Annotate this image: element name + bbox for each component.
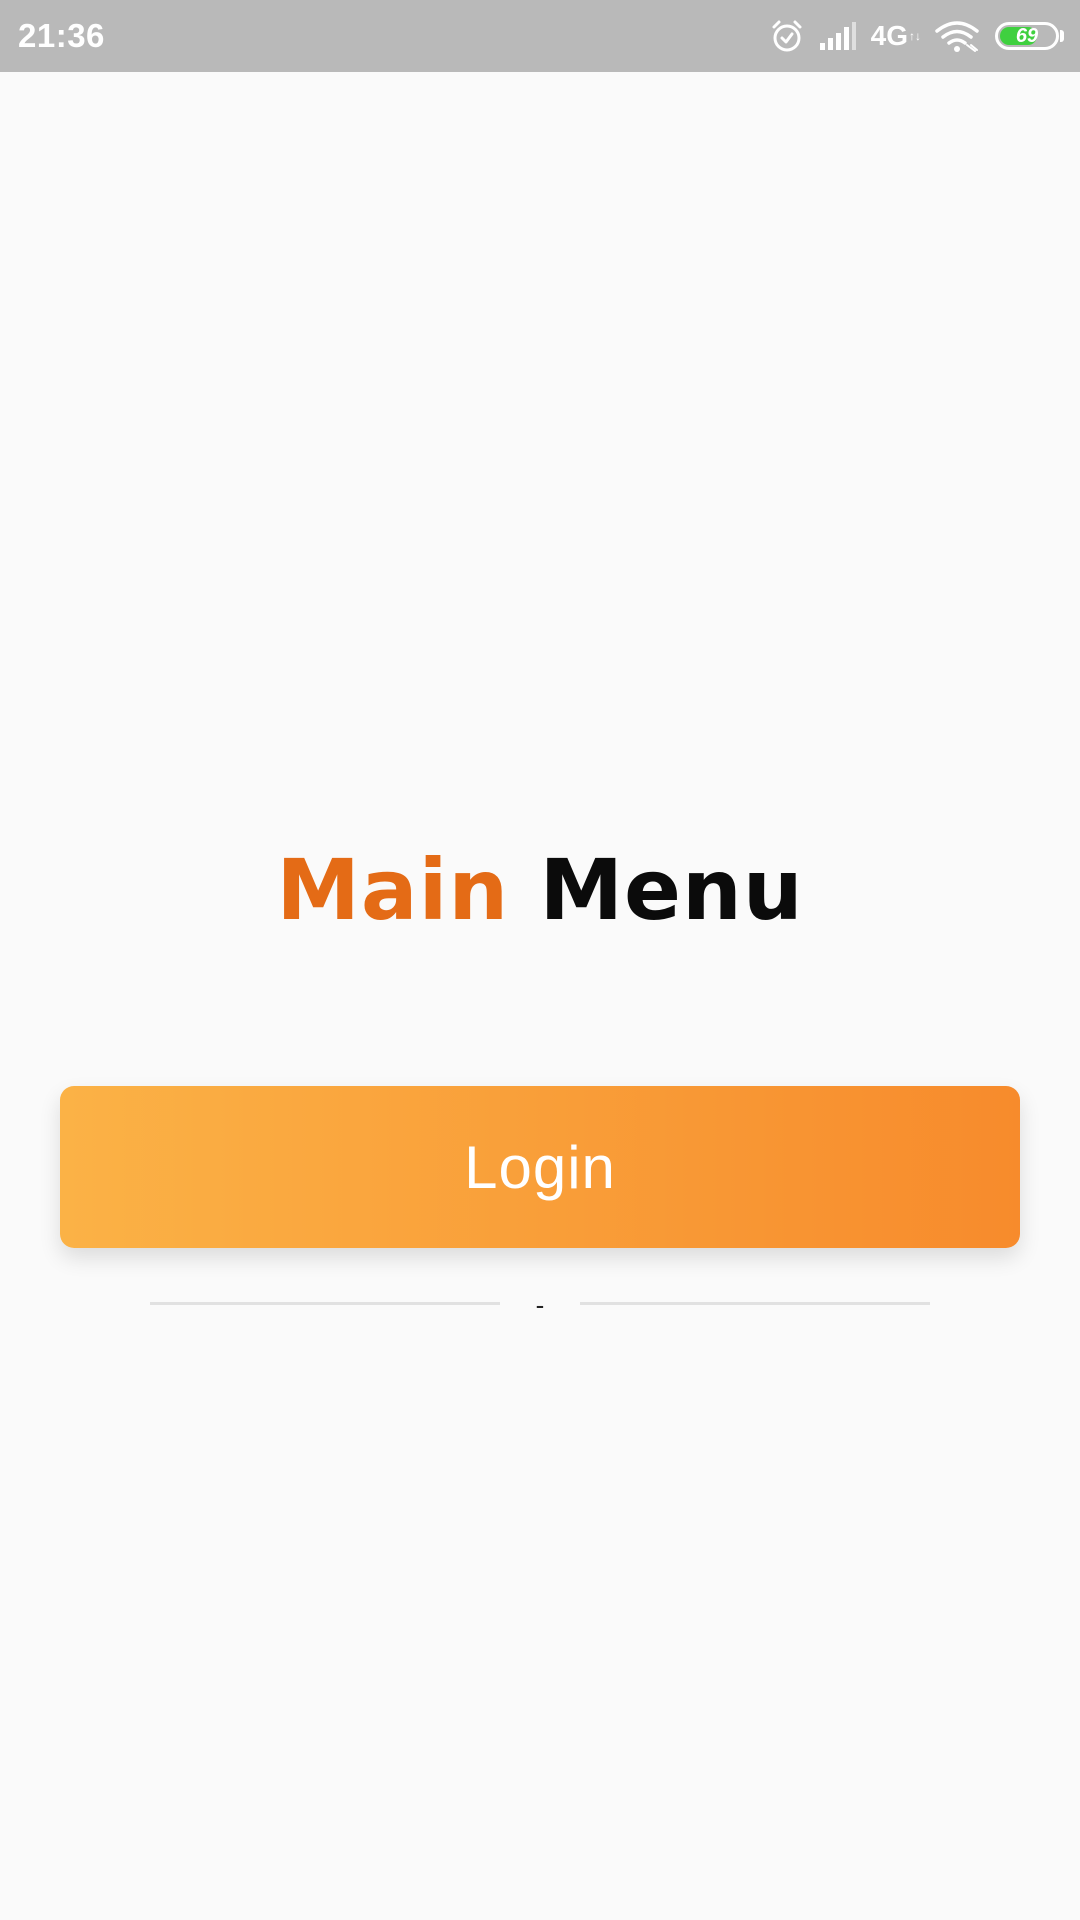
status-icons: 4G ↑↓ 69 xyxy=(755,16,1064,56)
title-accent-word: Main xyxy=(276,841,510,939)
battery-body: 69 xyxy=(995,22,1059,50)
cellular-signal-icon xyxy=(819,21,857,51)
battery-level: 69 xyxy=(1015,25,1039,47)
network-arrows: ↑↓ xyxy=(909,29,921,43)
alarm-icon xyxy=(769,18,805,54)
title-rest-word: Menu xyxy=(539,841,804,939)
wifi-icon xyxy=(935,19,979,53)
battery-tip xyxy=(1060,30,1064,42)
network-type-label: 4G xyxy=(870,20,908,51)
divider-line-right xyxy=(580,1302,930,1305)
divider-line-left xyxy=(150,1302,500,1305)
battery-icon: 69 xyxy=(995,22,1064,50)
divider-text: - xyxy=(535,1290,545,1320)
login-button[interactable]: Login xyxy=(60,1086,1020,1248)
status-time: 21:36 xyxy=(18,17,105,54)
page-title: Main Menu xyxy=(0,838,1080,942)
login-button-label: Login xyxy=(464,1133,616,1201)
status-bar: 21:36 4G ↑↓ 69 xyxy=(0,0,1080,72)
network-type: 4G ↑↓ xyxy=(871,20,921,52)
divider: - xyxy=(150,1290,930,1320)
